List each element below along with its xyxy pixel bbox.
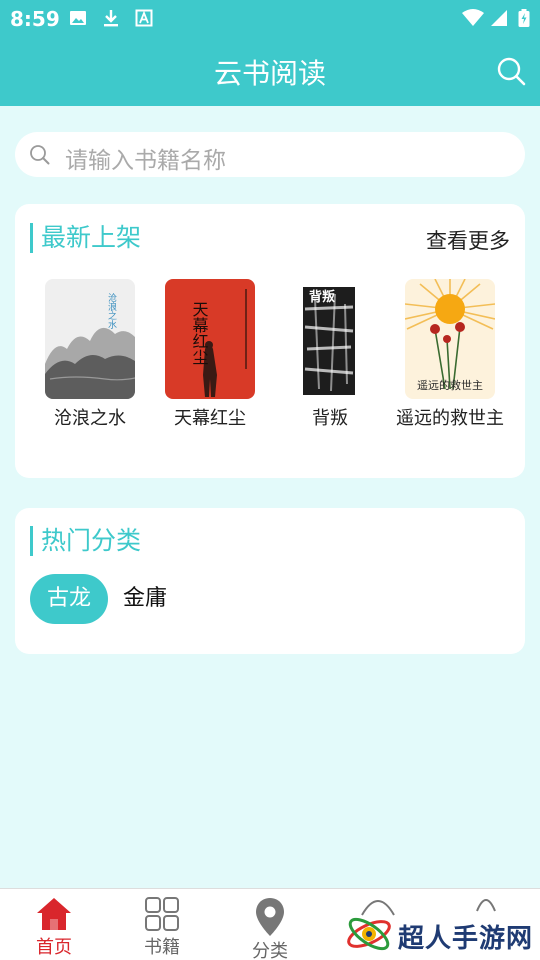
section-title: 最新上架	[30, 223, 141, 253]
status-bar: 8:59	[0, 0, 540, 36]
nav-item-books[interactable]: 书籍	[108, 889, 216, 960]
battery-icon	[518, 9, 530, 27]
book-item[interactable]: 沧浪之水 沧浪之水	[35, 279, 145, 430]
wifi-icon	[462, 9, 484, 26]
book-cover: 沧浪之水	[45, 279, 135, 399]
app-bar: 云书阅读	[0, 36, 540, 106]
status-time: 8:59	[10, 7, 60, 31]
search-placeholder: 请输入书籍名称	[65, 148, 226, 174]
app-title: 云书阅读	[213, 57, 326, 90]
image-icon	[70, 11, 86, 25]
nav-label: 分类	[252, 941, 288, 960]
nav-item-category[interactable]: 分类	[216, 889, 324, 960]
grid-icon	[145, 897, 179, 931]
book-title: 沧浪之水	[54, 408, 126, 429]
book-cover-title: 天幕红尘	[190, 301, 209, 365]
watermark-logo-icon	[347, 917, 391, 951]
category-tag-jinyong[interactable]: 金庸	[123, 574, 167, 624]
latest-books-card: 最新上架 查看更多 沧浪之水 沧浪之水 天幕红尘 天幕红尘 背叛 背叛 遥远的救…	[15, 204, 525, 478]
user-icon	[476, 899, 496, 912]
book-cover-title: 沧浪之水	[106, 292, 117, 329]
book-item[interactable]: 天幕红尘 天幕红尘	[155, 279, 265, 430]
book-cover-title: 背叛	[309, 289, 335, 305]
book-cover: 遥远的救世主	[405, 279, 495, 399]
book-cover: 背叛	[285, 279, 375, 399]
search-icon[interactable]	[496, 56, 526, 86]
search-input[interactable]: 请输入书籍名称	[15, 132, 525, 177]
nav-item-home[interactable]: 首页	[0, 889, 108, 960]
search-icon	[30, 145, 50, 165]
book-item[interactable]: 遥远的救世主 遥远的救世主	[395, 279, 505, 430]
nav-label: 书籍	[144, 937, 180, 958]
book-cover-title: 遥远的救世主	[417, 378, 483, 392]
category-tag-gulong[interactable]: 古龙	[30, 574, 108, 624]
book-item[interactable]: 背叛 背叛	[275, 279, 385, 430]
location-pin-icon	[256, 898, 284, 936]
book-cover: 天幕红尘	[165, 279, 255, 399]
view-more-link[interactable]: 查看更多	[426, 225, 510, 255]
section-title: 热门分类	[30, 526, 141, 556]
hot-categories-card: 热门分类 古龙 金庸	[15, 508, 525, 654]
watermark-text: 超人手游网	[398, 924, 534, 954]
download-icon	[104, 10, 118, 27]
book-title: 遥远的救世主	[396, 408, 504, 429]
book-title: 天幕红尘	[174, 408, 246, 429]
nav-label: 首页	[36, 937, 72, 958]
font-icon	[135, 9, 153, 27]
signal-icon	[491, 10, 507, 26]
book-title: 背叛	[312, 408, 348, 429]
home-icon	[37, 898, 71, 930]
watermark-logo: 超人手游网	[344, 912, 540, 956]
